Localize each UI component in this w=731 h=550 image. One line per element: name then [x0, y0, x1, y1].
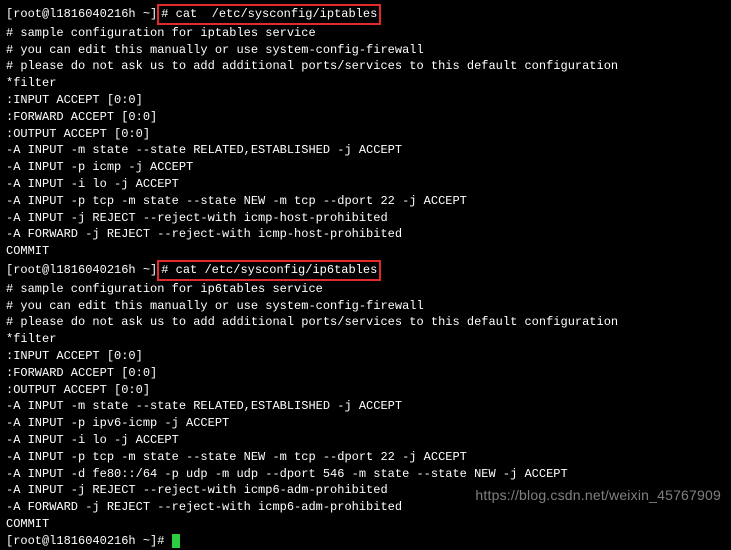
output-line: # please do not ask us to add additional… — [6, 58, 725, 75]
output-line: # you can edit this manually or use syst… — [6, 298, 725, 315]
output-line: COMMIT — [6, 516, 725, 533]
shell-prompt: [root@l1816040216h ~]# — [6, 534, 172, 548]
shell-prompt: [root@l1816040216h ~] — [6, 263, 157, 277]
output-line: :INPUT ACCEPT [0:0] — [6, 92, 725, 109]
output-line: :INPUT ACCEPT [0:0] — [6, 348, 725, 365]
terminal-output[interactable]: [root@l1816040216h ~]# cat /etc/sysconfi… — [6, 4, 725, 550]
prompt-line-3[interactable]: [root@l1816040216h ~]# — [6, 533, 725, 550]
output-line: -A INPUT -d fe80::/64 -p udp -m udp --dp… — [6, 466, 725, 483]
command-text: cat /etc/sysconfig/iptables — [168, 7, 377, 21]
output-line: COMMIT — [6, 243, 725, 260]
command-text: # cat /etc/sysconfig/ip6tables — [161, 263, 377, 277]
output-line: -A FORWARD -j REJECT --reject-with icmp-… — [6, 226, 725, 243]
output-line: # sample configuration for iptables serv… — [6, 25, 725, 42]
output-line: -A INPUT -p ipv6-icmp -j ACCEPT — [6, 415, 725, 432]
output-line: *filter — [6, 75, 725, 92]
output-line: -A INPUT -m state --state RELATED,ESTABL… — [6, 142, 725, 159]
output-line: # you can edit this manually or use syst… — [6, 42, 725, 59]
output-line: :FORWARD ACCEPT [0:0] — [6, 365, 725, 382]
output-line: -A INPUT -i lo -j ACCEPT — [6, 432, 725, 449]
output-line: -A INPUT -p tcp -m state --state NEW -m … — [6, 449, 725, 466]
highlighted-command-1: # cat /etc/sysconfig/iptables — [157, 4, 381, 25]
output-line: *filter — [6, 331, 725, 348]
output-line: -A INPUT -i lo -j ACCEPT — [6, 176, 725, 193]
terminal-cursor — [172, 534, 180, 548]
output-line: :OUTPUT ACCEPT [0:0] — [6, 126, 725, 143]
output-line: -A INPUT -m state --state RELATED,ESTABL… — [6, 398, 725, 415]
highlighted-command-2: # cat /etc/sysconfig/ip6tables — [157, 260, 381, 281]
prompt-line-1: [root@l1816040216h ~]# cat /etc/sysconfi… — [6, 4, 725, 25]
output-line: :OUTPUT ACCEPT [0:0] — [6, 382, 725, 399]
prompt-line-2: [root@l1816040216h ~] # cat /etc/sysconfi… — [6, 260, 725, 281]
output-line: -A INPUT -p icmp -j ACCEPT — [6, 159, 725, 176]
output-line: -A INPUT -j REJECT --reject-with icmp-ho… — [6, 210, 725, 227]
output-line: :FORWARD ACCEPT [0:0] — [6, 109, 725, 126]
output-line: # sample configuration for ip6tables ser… — [6, 281, 725, 298]
output-line: -A INPUT -p tcp -m state --state NEW -m … — [6, 193, 725, 210]
output-line: # please do not ask us to add additional… — [6, 314, 725, 331]
watermark-text: https://blog.csdn.net/weixin_45767909 — [475, 486, 721, 506]
shell-prompt: [root@l1816040216h ~] — [6, 7, 157, 21]
